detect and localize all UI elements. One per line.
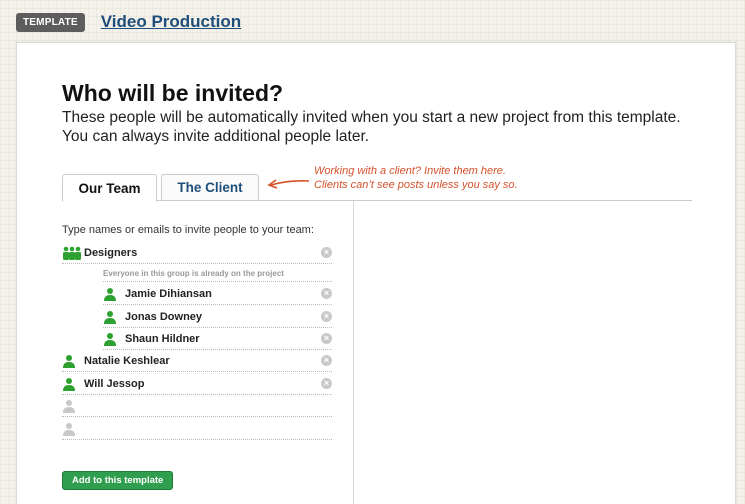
member-name: Shaun Hildner [125, 332, 200, 345]
person-name: Natalie Keshlear [84, 354, 170, 367]
remove-icon[interactable]: × [321, 311, 332, 322]
callout-line-2: Clients can’t see posts unless you say s… [314, 179, 518, 191]
client-callout: Working with a client? Invite them here.… [314, 164, 518, 192]
member-name: Jonas Downey [125, 310, 203, 323]
group-name: Designers [84, 246, 138, 259]
tab-our-team[interactable]: Our Team [62, 174, 157, 202]
template-badge: TEMPLATE [16, 12, 85, 32]
group-row[interactable]: Designers × [62, 242, 332, 264]
remove-icon[interactable]: × [321, 355, 332, 366]
person-icon [103, 287, 125, 301]
invite-instructions: Type names or emails to invite people to… [62, 224, 314, 236]
tab-the-client[interactable]: The Client [161, 174, 259, 201]
empty-invite-input[interactable] [62, 418, 332, 440]
empty-invite-input[interactable] [62, 395, 332, 417]
person-icon [103, 310, 125, 324]
header-bar: TEMPLATE Video Production [16, 10, 241, 34]
group-member-row[interactable]: Jamie Dihiansan × [103, 283, 332, 305]
group-note: Everyone in this group is already on the… [103, 269, 332, 282]
person-icon [62, 354, 84, 368]
intro-text: These people will be automatically invit… [62, 109, 681, 145]
person-row[interactable]: Natalie Keshlear × [62, 350, 332, 372]
person-name: Will Jessop [84, 377, 145, 390]
person-icon [103, 332, 125, 346]
member-name: Jamie Dihiansan [125, 287, 212, 300]
callout-line-1: Working with a client? Invite them here. [314, 165, 506, 177]
column-divider [353, 201, 354, 504]
group-icon [62, 246, 84, 260]
remove-icon[interactable]: × [321, 333, 332, 344]
person-icon [62, 377, 84, 391]
person-placeholder-icon [62, 399, 84, 413]
person-row[interactable]: Will Jessop × [62, 373, 332, 395]
person-placeholder-icon [62, 422, 84, 436]
remove-icon[interactable]: × [321, 288, 332, 299]
add-to-template-button[interactable]: Add to this template [62, 471, 174, 490]
invite-card: Who will be invited? These people will b… [16, 42, 736, 504]
project-title-link[interactable]: Video Production [101, 12, 241, 32]
remove-icon[interactable]: × [321, 247, 332, 258]
group-member-row[interactable]: Shaun Hildner × [103, 328, 332, 350]
page-title: Who will be invited? [62, 80, 284, 106]
remove-icon[interactable]: × [321, 378, 332, 389]
group-member-row[interactable]: Jonas Downey × [103, 306, 332, 328]
arrow-left-icon [267, 179, 310, 189]
